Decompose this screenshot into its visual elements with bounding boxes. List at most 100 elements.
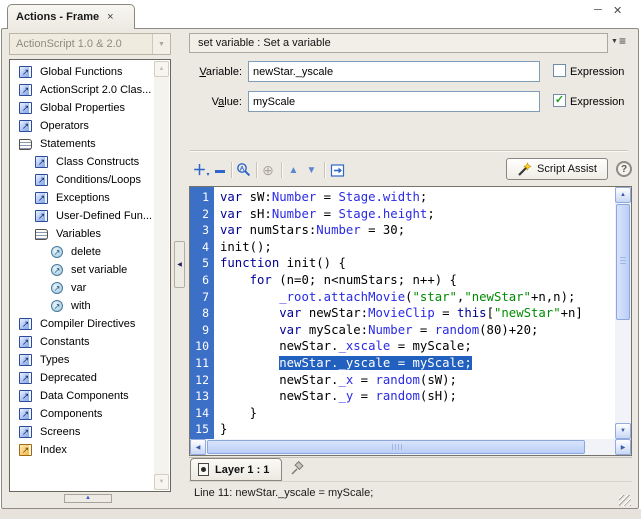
tree-item-user-defined-fun[interactable]: ↗User-Defined Fun... (11, 207, 154, 225)
move-up-button[interactable]: ▲ (285, 160, 302, 180)
book-arrow-icon: ↗ (19, 318, 32, 330)
scroll-down-icon[interactable]: ▼ (154, 474, 169, 490)
tree-item-var[interactable]: ↗var (11, 279, 154, 297)
code-line-1[interactable]: var sW:Number = Stage.width; (220, 189, 615, 206)
vertical-scroll-thumb[interactable] (616, 204, 630, 320)
code-line-2[interactable]: var sH:Number = Stage.height; (220, 206, 615, 223)
tree-item-components[interactable]: ↗Components (11, 405, 154, 423)
dropdown-value: ActionScript 1.0 & 2.0 (10, 38, 152, 50)
tree-item-global-properties[interactable]: ↗Global Properties (11, 99, 154, 117)
tree-item-class-constructs[interactable]: ↗Class Constructs (11, 153, 154, 171)
tree-item-label: Components (40, 408, 102, 420)
move-down-button[interactable]: ▼ (303, 160, 320, 180)
tree-item-screens[interactable]: ↗Screens (11, 423, 154, 441)
import-script-button[interactable] (328, 160, 346, 180)
resize-grip[interactable] (619, 495, 631, 506)
code-line-14[interactable]: } (220, 405, 615, 422)
vertical-scrollbar[interactable]: ▲ ▼ (615, 187, 631, 439)
code-line-10[interactable]: newStar._xscale = myScale; (220, 338, 615, 355)
line-number: 10 (190, 338, 209, 355)
line-number-gutter: 123456789101112131415 (190, 187, 214, 439)
add-statement-button[interactable]: ＋ ▾ (192, 160, 210, 180)
delete-statement-button[interactable]: ▬ (213, 160, 227, 180)
minus-icon: ▬ (215, 165, 225, 176)
tree-item-types[interactable]: ↗Types (11, 351, 154, 369)
tree-item-label: Data Components (40, 390, 129, 402)
window-minimize-icon[interactable]: ─ (594, 4, 602, 16)
variable-expression-label: Expression (570, 66, 624, 78)
tree-item-compiler-directives[interactable]: ↗Compiler Directives (11, 315, 154, 333)
variable-input[interactable] (248, 61, 540, 82)
panel-options-menu-icon[interactable]: ▼ ≡ (611, 34, 626, 48)
tree-item-label: Types (40, 354, 69, 366)
tree-item-statements[interactable]: Statements (11, 135, 154, 153)
book-arrow-icon: ↗ (19, 66, 32, 78)
value-expression-checkbox[interactable]: ✓ (553, 94, 566, 107)
collapse-left-icon: ◀ (177, 261, 182, 268)
code-line-4[interactable]: init(); (220, 239, 615, 256)
value-input[interactable] (248, 91, 540, 112)
panel-title-tab[interactable]: Actions - Frame × (7, 4, 135, 29)
scroll-down-icon[interactable]: ▼ (615, 423, 631, 439)
tree-item-actionscript-2-0-clas[interactable]: ↗ActionScript 2.0 Clas... (11, 81, 154, 99)
code-line-3[interactable]: var numStars:Number = 30; (220, 222, 615, 239)
tree-item-global-functions[interactable]: ↗ Global Functions (11, 63, 154, 81)
tree-item-delete[interactable]: ↗delete (11, 243, 154, 261)
tree-item-index[interactable]: ↗Index (11, 441, 154, 459)
code-line-8[interactable]: var newStar:MovieClip = this["newStar"+n… (220, 305, 615, 322)
tree-item-label: Global Functions (40, 66, 123, 78)
tree-item-constants[interactable]: ↗Constants (11, 333, 154, 351)
script-tab-layer1[interactable]: Layer 1 : 1 (190, 458, 282, 481)
scroll-up-icon[interactable]: ▲ (154, 61, 169, 77)
code-line-11[interactable]: newStar._yscale = myScale; (220, 355, 615, 372)
tree-item-data-components[interactable]: ↗Data Components (11, 387, 154, 405)
chevron-down-icon: ▼ (152, 34, 170, 54)
open-book-icon (19, 139, 32, 150)
line-number: 7 (190, 289, 209, 306)
window-close-icon[interactable]: ✕ (613, 4, 622, 17)
tree-item-conditions-loops[interactable]: ↗Conditions/Loops (11, 171, 154, 189)
insert-target-path-button[interactable]: ⊕ (259, 160, 277, 180)
tree-item-label: Global Properties (40, 102, 125, 114)
tab-close-icon[interactable]: × (107, 11, 113, 23)
tree-item-label: Statements (40, 138, 96, 150)
actionscript-version-dropdown[interactable]: ActionScript 1.0 & 2.0 ▼ (9, 33, 171, 55)
value-expression-label: Expression (570, 96, 624, 108)
status-divider (189, 481, 632, 482)
code-line-9[interactable]: var myScale:Number = random(80)+20; (220, 322, 615, 339)
tree-item-operators[interactable]: ↗Operators (11, 117, 154, 135)
code-line-7[interactable]: _root.attachMovie("star","newStar"+n,n); (220, 289, 615, 306)
line-number: 6 (190, 272, 209, 289)
code-line-5[interactable]: function init() { (220, 255, 615, 272)
scroll-left-icon[interactable]: ◀ (190, 439, 206, 455)
variable-expression-checkbox[interactable] (553, 64, 566, 77)
code-line-12[interactable]: newStar._x = random(sW); (220, 372, 615, 389)
collapse-toolbox-bottom-button[interactable]: ▲ (64, 494, 112, 503)
help-button[interactable]: ? (616, 161, 632, 177)
code-area[interactable]: var sW:Number = Stage.width;var sH:Numbe… (214, 187, 615, 439)
find-button[interactable]: A (235, 160, 252, 180)
toolbar-separator (324, 162, 325, 178)
toolbox-scrollbar[interactable]: ▲ ▼ (154, 61, 169, 490)
action-description-header: set variable : Set a variable (189, 33, 608, 53)
horizontal-scroll-thumb[interactable] (207, 440, 585, 454)
book-arrow-icon: ↗ (19, 120, 32, 132)
tree-item-variables[interactable]: Variables (11, 225, 154, 243)
horizontal-scrollbar[interactable]: ◀ ▶ (190, 439, 631, 455)
scroll-right-icon[interactable]: ▶ (615, 439, 631, 455)
line-number: 13 (190, 388, 209, 405)
tree-item-set-variable[interactable]: ↗set variable (11, 261, 154, 279)
code-line-15[interactable]: } (220, 421, 615, 438)
script-assist-button[interactable]: Script Assist (506, 158, 608, 180)
tree-item-with[interactable]: ↗with (11, 297, 154, 315)
collapse-toolbox-button[interactable]: ◀ (174, 241, 185, 288)
code-line-13[interactable]: newStar._y = random(sH); (220, 388, 615, 405)
code-line-6[interactable]: for (n=0; n<numStars; n++) { (220, 272, 615, 289)
open-book-icon (35, 229, 48, 240)
tree-item-exceptions[interactable]: ↗Exceptions (11, 189, 154, 207)
menu-lines-icon: ≡ (619, 34, 626, 48)
tree-item-deprecated[interactable]: ↗Deprecated (11, 369, 154, 387)
magic-wand-icon (517, 162, 532, 177)
pin-script-icon[interactable] (289, 461, 305, 477)
scroll-up-icon[interactable]: ▲ (615, 187, 631, 203)
